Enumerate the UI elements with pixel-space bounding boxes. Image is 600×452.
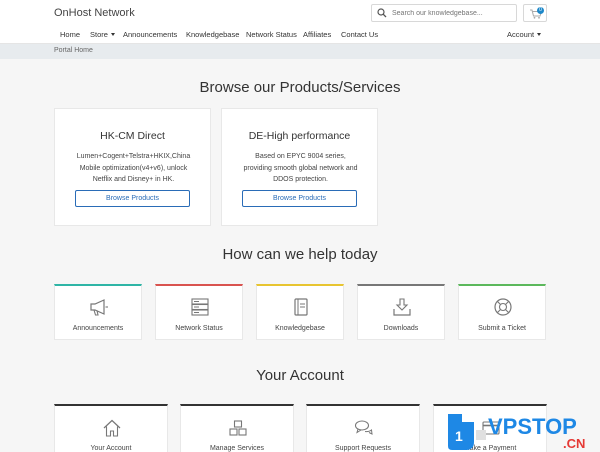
help-tile-announcements[interactable]: Announcements <box>54 284 142 340</box>
product-title: HK-CM Direct <box>100 130 165 142</box>
nav-store[interactable]: Store <box>90 30 115 39</box>
search-input[interactable] <box>392 7 512 19</box>
cubes-icon <box>229 420 247 436</box>
help-tile-network-status[interactable]: Network Status <box>155 284 243 340</box>
account-tile-your-account[interactable]: Your Account <box>54 404 168 452</box>
account-heading: Your Account <box>256 367 344 384</box>
cart-button[interactable]: 0 <box>523 4 547 22</box>
product-title: DE-High performance <box>248 130 351 142</box>
top-header: OnHost Network 0 <box>0 0 600 26</box>
watermark-suffix: .CN <box>563 436 585 451</box>
browse-products-button[interactable]: Browse Products <box>242 190 357 207</box>
help-tile-knowledgebase[interactable]: Knowledgebase <box>256 284 344 340</box>
breadcrumb: Portal Home <box>0 44 600 59</box>
product-card: HK-CM Direct Lumen+Cogent+Telstra+HKIX,C… <box>54 108 211 226</box>
home-icon <box>103 419 121 437</box>
product-card: DE-High performance Based on EPYC 9004 s… <box>221 108 378 226</box>
nav-home[interactable]: Home <box>60 30 80 39</box>
comments-icon <box>354 420 373 435</box>
browse-products-button[interactable]: Browse Products <box>75 190 190 207</box>
help-heading: How can we help today <box>222 246 378 263</box>
help-tile-downloads[interactable]: Downloads <box>357 284 445 340</box>
nav-network-status[interactable]: Network Status <box>246 30 297 39</box>
main-nav: Home Store Announcements Knowledgebase N… <box>0 26 600 44</box>
nav-account[interactable]: Account <box>507 30 542 39</box>
help-tile-label: Announcements <box>72 325 124 332</box>
account-tile-label: Your Account <box>90 445 132 452</box>
nav-contact-us[interactable]: Contact Us <box>341 30 378 39</box>
book-icon <box>294 298 308 316</box>
help-tile-label: Submit a Ticket <box>478 325 526 332</box>
account-tile-manage-services[interactable]: Manage Services <box>180 404 294 452</box>
breadcrumb-portal-home[interactable]: Portal Home <box>54 47 93 54</box>
search-icon <box>377 8 387 18</box>
products-heading: Browse our Products/Services <box>199 79 401 96</box>
nav-announcements[interactable]: Announcements <box>123 30 177 39</box>
brand-logo[interactable]: OnHost Network <box>54 7 135 19</box>
watermark-badge: 1 <box>455 428 463 444</box>
help-tile-submit-ticket[interactable]: Submit a Ticket <box>458 284 546 340</box>
account-tile-label: Manage Services <box>209 445 265 452</box>
server-icon <box>191 298 209 316</box>
help-tile-label: Downloads <box>383 325 419 332</box>
product-description: Based on EPYC 9004 series, providing smo… <box>243 153 358 183</box>
cart-count-badge: 0 <box>537 7 544 14</box>
help-tile-label: Network Status <box>175 325 223 332</box>
account-tile-support-requests[interactable]: Support Requests <box>306 404 420 452</box>
help-tile-label: Knowledgebase <box>275 325 325 332</box>
nav-knowledgebase[interactable]: Knowledgebase <box>186 30 239 39</box>
download-icon <box>393 298 411 316</box>
nav-affiliates[interactable]: Affiliates <box>303 30 331 39</box>
chevron-down-icon <box>110 33 115 36</box>
product-description: Lumen+Cogent+Telstra+HKIX,China Mobile o… <box>76 153 191 183</box>
lifebuoy-icon <box>494 298 512 316</box>
vpstop-watermark-logo: 1 VPSTOP .CN <box>448 414 585 451</box>
account-tile-label: Support Requests <box>334 445 392 452</box>
chevron-down-icon <box>537 33 542 36</box>
megaphone-icon <box>90 299 108 316</box>
search-box[interactable] <box>371 4 517 22</box>
nav-store-label: Store <box>90 30 108 39</box>
nav-account-label: Account <box>507 30 535 39</box>
